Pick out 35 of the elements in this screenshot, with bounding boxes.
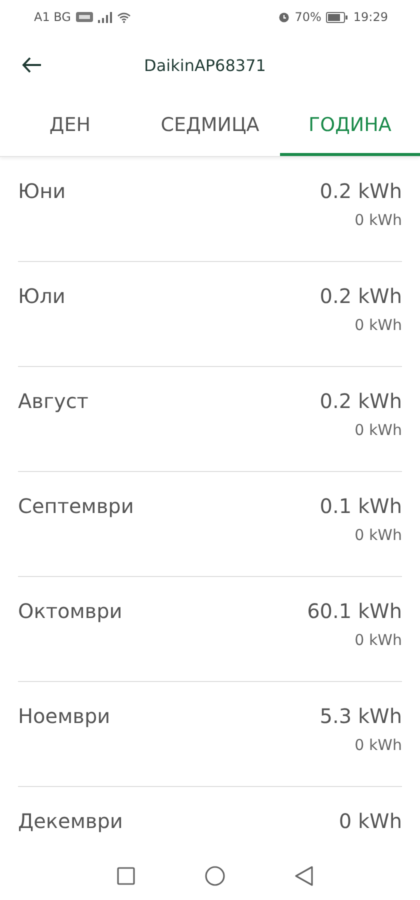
month-name: Октомври xyxy=(18,599,122,623)
month-name: Юни xyxy=(18,179,66,203)
month-name: Юли xyxy=(18,284,66,308)
alarm-icon xyxy=(278,11,290,23)
status-time: 19:29 xyxy=(353,10,388,24)
period-tab[interactable]: СЕДМИЦА xyxy=(140,96,280,156)
period-tab[interactable]: ДЕН xyxy=(0,96,140,156)
consumption-value: 60.1 kWh xyxy=(307,599,402,623)
consumption-value: 0.1 kWh xyxy=(320,494,402,518)
home-icon[interactable] xyxy=(205,866,225,886)
secondary-value: 0 kWh xyxy=(354,211,402,229)
battery-icon xyxy=(326,12,348,22)
secondary-value: 0 kWh xyxy=(354,526,402,544)
consumption-value: 0.2 kWh xyxy=(320,389,402,413)
month-name: Август xyxy=(18,389,88,413)
signal-icon xyxy=(98,12,112,22)
month-name: Септември xyxy=(18,494,134,518)
month-name: Ноември xyxy=(18,704,110,728)
month-name: Декември xyxy=(18,809,123,833)
secondary-value: 0 kWh xyxy=(354,631,402,649)
back-icon[interactable] xyxy=(295,866,313,886)
consumption-value: 0.2 kWh xyxy=(320,179,402,203)
wifi-icon xyxy=(116,12,131,22)
battery-percent: 70% xyxy=(294,10,322,24)
secondary-value: 0 kWh xyxy=(354,736,402,754)
carrier-label: A1 BG xyxy=(34,10,71,24)
volte-badge-icon xyxy=(76,12,93,22)
recents-icon[interactable] xyxy=(117,867,135,885)
consumption-value: 0.2 kWh xyxy=(320,284,402,308)
secondary-value: 0 kWh xyxy=(354,316,402,334)
consumption-value: 0 kWh xyxy=(338,809,402,833)
consumption-value: 5.3 kWh xyxy=(320,704,402,728)
period-tab[interactable]: ГОДИНА xyxy=(280,96,420,156)
secondary-value: 0 kWh xyxy=(354,421,402,439)
device-title: DaikinAP68371 xyxy=(143,56,267,74)
